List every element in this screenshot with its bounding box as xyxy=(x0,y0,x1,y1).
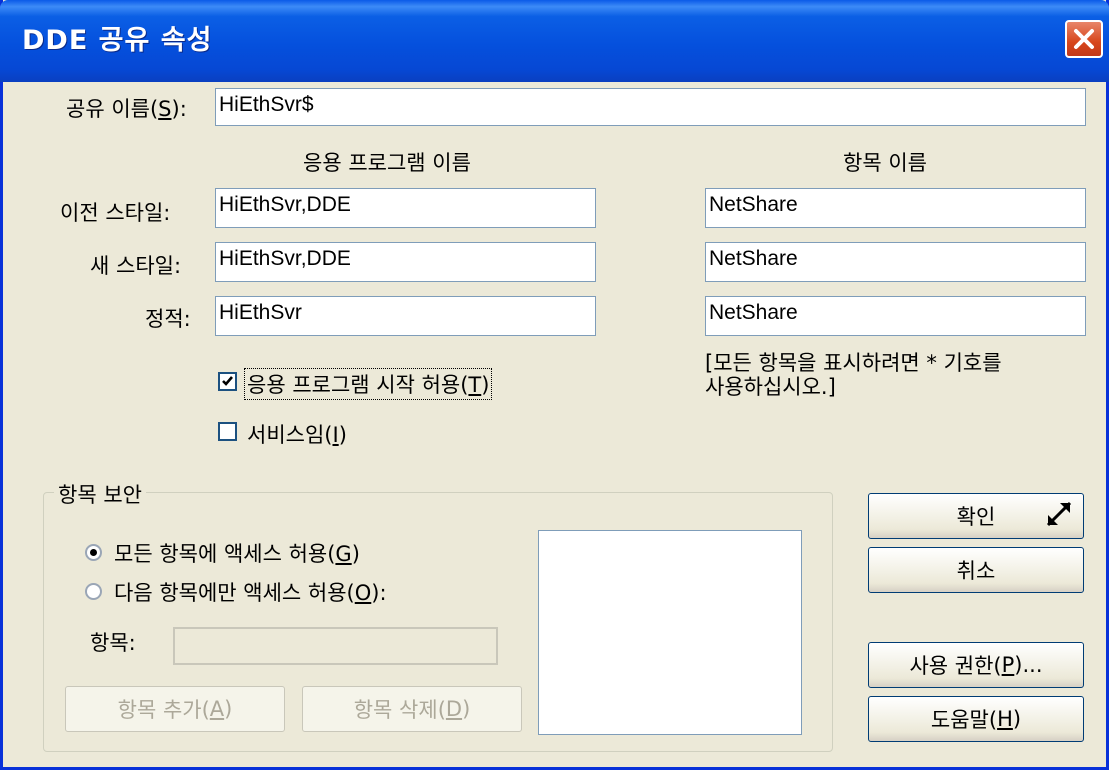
item-security-title: 항목 보안 xyxy=(54,479,146,509)
item-name-column-header: 항목 이름 xyxy=(843,151,927,175)
app-name-column-header: 응용 프로그램 이름 xyxy=(303,151,471,175)
cancel-button[interactable]: 취소 xyxy=(868,547,1084,593)
help-button[interactable]: 도움말(H) xyxy=(868,696,1084,742)
static-item-input[interactable]: NetShare xyxy=(705,296,1086,336)
checkmark-icon xyxy=(222,376,233,386)
allow-all-radio[interactable] xyxy=(85,544,102,561)
allow-start-checkbox[interactable] xyxy=(218,372,237,391)
old-style-label: 이전 스타일: xyxy=(60,201,171,225)
permissions-button[interactable]: 사용 권한(P)... xyxy=(868,642,1084,688)
add-item-button[interactable]: 항목 추가(A) xyxy=(65,686,285,732)
radio-selected-dot xyxy=(90,549,97,556)
share-name-label: 공유 이름(S): xyxy=(66,97,187,121)
remove-item-button[interactable]: 항목 삭제(D) xyxy=(302,686,522,732)
window-title: DDE 공유 속성 xyxy=(22,25,213,56)
title-bar[interactable]: DDE 공유 속성 xyxy=(0,0,1109,82)
old-style-item-input[interactable]: NetShare xyxy=(705,188,1086,228)
is-service-checkbox[interactable] xyxy=(218,422,237,441)
new-style-label: 새 스타일: xyxy=(90,254,182,278)
close-button[interactable] xyxy=(1065,20,1103,58)
old-style-app-input[interactable]: HiEthSvr,DDE xyxy=(215,188,596,228)
allow-only-radio[interactable] xyxy=(85,583,102,600)
item-input[interactable] xyxy=(173,627,498,665)
allow-all-label[interactable]: 모든 항목에 액세스 허용(G) xyxy=(114,538,360,568)
wildcard-hint-line2: 사용하십시오.] xyxy=(705,375,836,399)
static-label: 정적: xyxy=(145,307,191,331)
item-list[interactable] xyxy=(538,530,802,735)
item-label: 항목: xyxy=(90,631,136,655)
static-app-input[interactable]: HiEthSvr xyxy=(215,296,596,336)
resize-arrow-icon xyxy=(1046,501,1072,527)
new-style-item-input[interactable]: NetShare xyxy=(705,242,1086,282)
allow-start-label[interactable]: 응용 프로그램 시작 허용(T) xyxy=(243,368,493,400)
new-style-app-input[interactable]: HiEthSvr,DDE xyxy=(215,242,596,282)
share-name-input[interactable]: HiEthSvr$ xyxy=(215,88,1086,126)
is-service-label[interactable]: 서비스임(I) xyxy=(247,419,347,449)
allow-only-label[interactable]: 다음 항목에만 액세스 허용(O): xyxy=(114,577,387,607)
close-icon xyxy=(1074,29,1094,49)
